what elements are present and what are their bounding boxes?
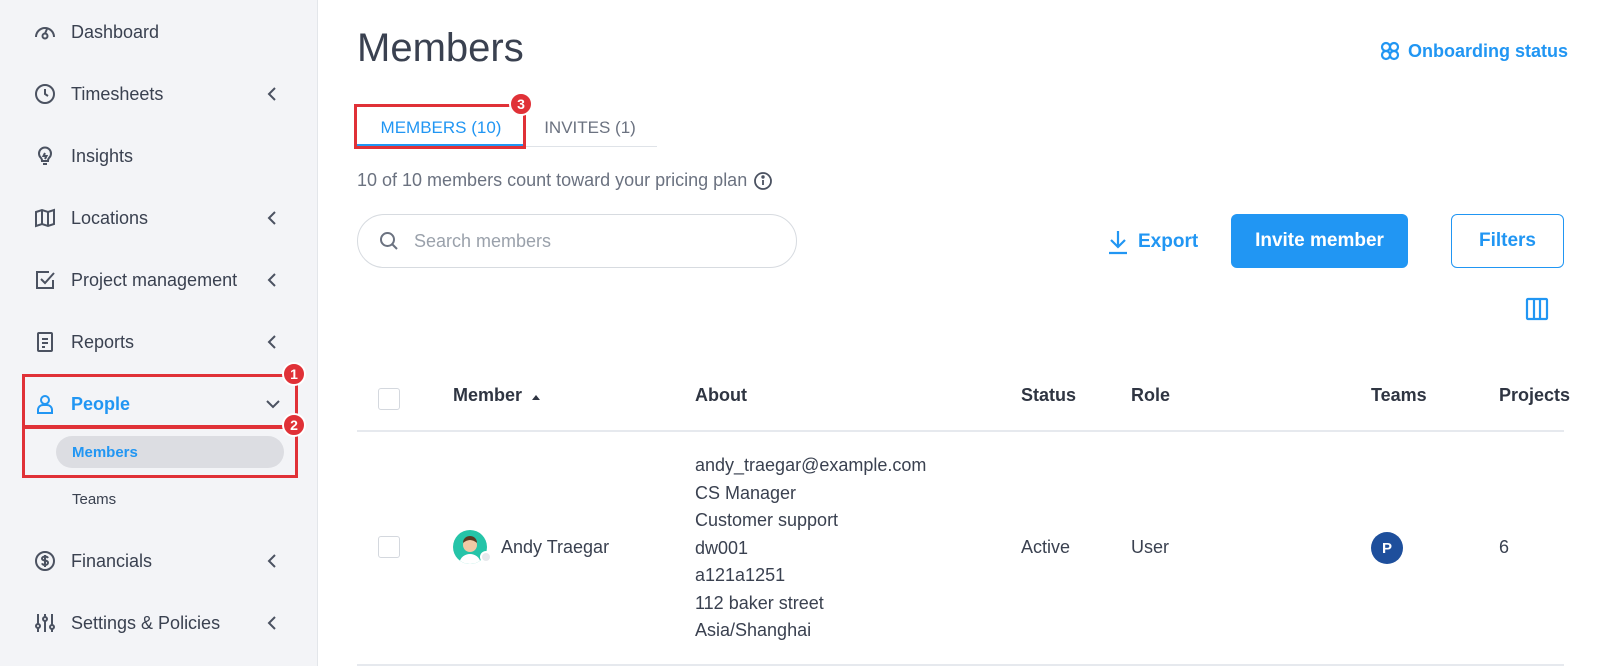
chevron-left-icon — [267, 616, 276, 630]
sidebar-subitem-label: Teams — [72, 490, 117, 508]
column-header-label: Member — [453, 385, 523, 405]
annotation-box-members — [22, 426, 298, 478]
annotation-box-tab — [354, 104, 526, 149]
about-title: CS Manager — [695, 482, 797, 503]
about-timezone: Asia/Shanghai — [695, 620, 812, 640]
lightbulb-icon — [32, 143, 58, 169]
pricing-plan-info: 10 of 10 members count toward your prici… — [357, 170, 773, 191]
sidebar-item-project-management[interactable]: Project management — [22, 260, 296, 300]
sidebar-item-label: Financials — [71, 550, 153, 571]
select-all-checkbox[interactable] — [378, 388, 400, 410]
chevron-left-icon — [267, 87, 276, 101]
report-icon — [32, 329, 58, 355]
sort-ascending-icon — [532, 395, 541, 400]
column-header-about: About — [695, 385, 747, 405]
search-icon — [380, 232, 398, 250]
invite-member-label: Invite member — [1255, 230, 1384, 251]
clock-icon — [32, 81, 58, 107]
annotation-badge-1: 1 — [282, 362, 306, 386]
annotation-badge-2: 2 — [282, 413, 306, 437]
pricing-plan-text: 10 of 10 members count toward your prici… — [357, 170, 748, 190]
info-icon[interactable] — [753, 171, 773, 191]
member-status: Active — [1021, 537, 1071, 557]
about-details: andy_traegar@example.com CS Manager Cust… — [695, 452, 926, 645]
sidebar-item-dashboard[interactable]: Dashboard — [22, 12, 296, 52]
chevron-left-icon — [267, 554, 276, 568]
map-icon — [32, 205, 58, 231]
sidebar-item-timesheets[interactable]: Timesheets — [22, 74, 296, 114]
chevron-left-icon — [267, 273, 276, 287]
checkbox-icon — [32, 267, 58, 293]
about-email: andy_traegar@example.com — [695, 455, 927, 475]
column-header-teams: Teams — [1371, 385, 1427, 405]
about-department: Customer support — [695, 510, 839, 530]
onboarding-icon — [1380, 41, 1400, 61]
column-header-role: Role — [1131, 385, 1171, 405]
sidebar-item-settings-policies[interactable]: Settings & Policies — [22, 603, 296, 643]
sidebar-item-label: Insights — [71, 145, 134, 166]
sidebar-item-financials[interactable]: Financials — [22, 541, 296, 581]
onboarding-status-link[interactable]: Onboarding status — [1378, 38, 1568, 64]
table-header-divider — [357, 430, 1564, 432]
presence-indicator — [480, 551, 492, 563]
search-input[interactable] — [414, 230, 774, 252]
chevron-left-icon — [267, 335, 276, 349]
download-icon — [1109, 231, 1127, 255]
member-role: User — [1131, 537, 1170, 557]
about-code: a121a1251 — [695, 565, 786, 585]
filters-button[interactable]: Filters — [1451, 214, 1564, 268]
search-box — [357, 214, 797, 268]
invite-member-button[interactable]: Invite member — [1231, 214, 1408, 268]
about-id: dw001 — [695, 537, 749, 558]
annotation-box-people — [22, 374, 298, 428]
sidebar-item-label: Reports — [71, 331, 135, 352]
sidebar-item-label: Project management — [71, 269, 238, 290]
sidebar-item-label: Settings & Policies — [71, 612, 221, 633]
dollar-icon — [32, 548, 58, 574]
annotation-badge-3: 3 — [509, 92, 533, 116]
column-header-status: Status — [1021, 385, 1077, 405]
dashboard-icon — [32, 19, 58, 45]
chevron-left-icon — [267, 211, 276, 225]
sidebar-item-label: Locations — [71, 207, 149, 228]
row-checkbox[interactable] — [378, 536, 400, 558]
sidebar-item-locations[interactable]: Locations — [22, 198, 296, 238]
tab-invites[interactable]: INVITES (1) — [530, 110, 650, 146]
filters-label: Filters — [1478, 230, 1537, 251]
column-header-member[interactable]: Member — [453, 385, 541, 406]
team-badge[interactable]: P — [1371, 532, 1403, 564]
sidebar-item-label: Dashboard — [71, 21, 160, 42]
sidebar-item-reports[interactable]: Reports — [22, 322, 296, 362]
export-button[interactable]: Export — [1106, 228, 1198, 256]
member-projects-count: 6 — [1499, 537, 1510, 557]
export-label: Export — [1138, 231, 1199, 252]
sidebar-item-insights[interactable]: Insights — [22, 136, 296, 176]
member-name[interactable]: Andy Traegar — [501, 537, 609, 558]
column-header-projects: Projects — [1499, 385, 1571, 405]
about-address: 112 baker street — [695, 592, 824, 613]
columns-icon[interactable] — [1524, 296, 1550, 322]
tab-invites-label: INVITES (1) — [544, 118, 636, 137]
sidebar: Dashboard Timesheets Insights Locations … — [0, 0, 318, 666]
sliders-icon — [32, 610, 58, 636]
sidebar-item-label: Timesheets — [71, 83, 164, 104]
onboarding-status-label: Onboarding status — [1408, 40, 1569, 61]
page-title: Members — [357, 26, 524, 70]
sidebar-subitem-teams[interactable]: Teams — [56, 483, 284, 515]
